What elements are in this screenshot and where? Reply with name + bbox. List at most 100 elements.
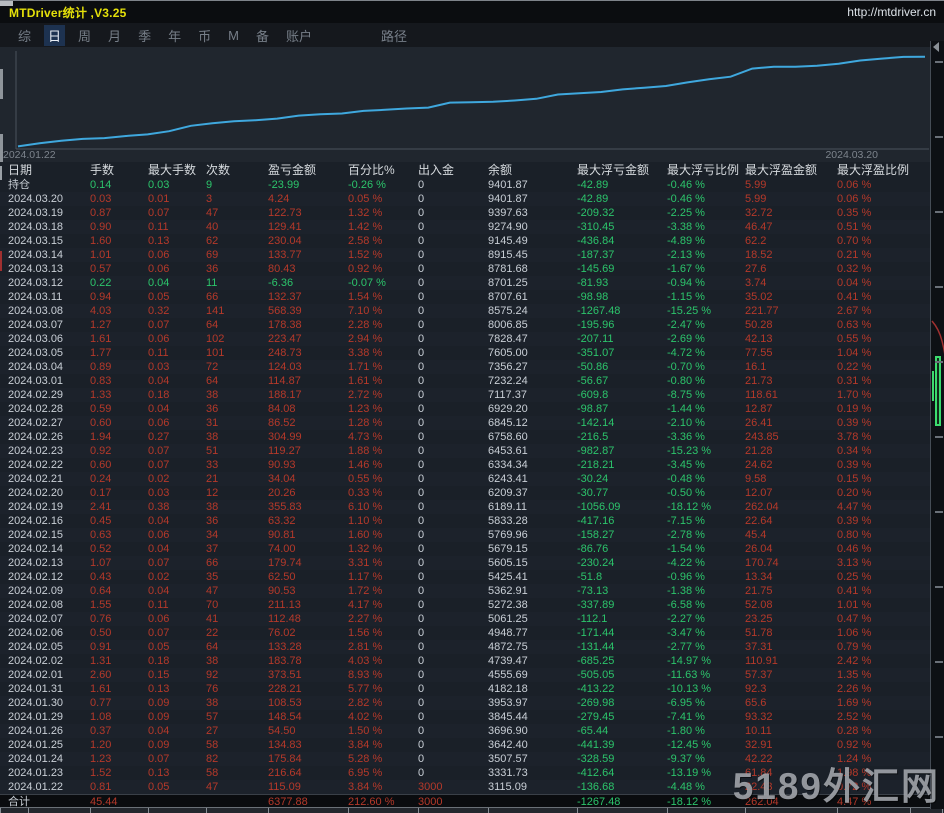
menu-item-nian[interactable]: 年 bbox=[164, 25, 185, 46]
table-row[interactable]: 2024.02.26 1.94 0.27 38 304.99 4.73 % 0 6758.60… bbox=[0, 430, 930, 444]
table-row[interactable]: 2024.02.08 1.55 0.11 70 211.13 4.17 % 0 5272.38… bbox=[0, 598, 930, 612]
table-row[interactable]: 2024.01.25 1.20 0.09 58 134.83 3.84 % 0 3642.40… bbox=[0, 738, 930, 752]
table-row[interactable]: 2024.01.26 0.37 0.04 27 54.50 1.50 % 0 3696.90 -… bbox=[0, 724, 930, 738]
table-row[interactable]: 2024.02.15 0.63 0.06 34 90.81 1.60 % 0 5769.96 -… bbox=[0, 528, 930, 542]
table-row[interactable]: 2024.01.22 0.81 0.05 47 115.09 3.84 % 3000 3115… bbox=[0, 780, 930, 794]
table-row[interactable]: 2024.02.28 0.59 0.04 36 84.08 1.23 % 0 6929.20 -… bbox=[0, 402, 930, 416]
table-row[interactable]: 2024.02.22 0.60 0.07 33 90.93 1.46 % 0 6334.34 -… bbox=[0, 458, 930, 472]
table-row[interactable]: 2024.03.07 1.27 0.07 64 178.38 2.28 % 0 8006.85… bbox=[0, 318, 930, 332]
table-row[interactable]: 2024.03.15 1.60 0.13 62 230.04 2.58 % 0 9145.49… bbox=[0, 234, 930, 248]
cell-deposit: 0 bbox=[418, 179, 425, 191]
cell-percent: 6.95 % bbox=[348, 767, 383, 779]
table-row[interactable]: 2024.03.13 0.57 0.06 36 80.43 0.92 % 0 8781.68 -… bbox=[0, 262, 930, 276]
table-row[interactable]: 2024.01.23 1.52 0.13 58 216.64 6.95 % 0 3331.73… bbox=[0, 766, 930, 780]
cell-deposit: 0 bbox=[418, 529, 425, 541]
table-row[interactable]: 2024.03.11 0.94 0.05 66 132.37 1.54 % 0 8707.61… bbox=[0, 290, 930, 304]
table-row[interactable]: 2024.02.29 1.33 0.18 38 188.17 2.72 % 0 7117.37… bbox=[0, 388, 930, 402]
ruler-tick bbox=[28, 808, 29, 813]
table-row[interactable]: 2024.02.19 2.41 0.38 38 355.83 6.10 % 0 6189.11… bbox=[0, 500, 930, 514]
cell-lots: 0.52 bbox=[90, 543, 112, 555]
header-date[interactable]: 日期 bbox=[8, 162, 90, 178]
table-row[interactable]: 2024.01.31 1.61 0.13 76 228.21 5.77 % 0 4182.18… bbox=[0, 682, 930, 696]
table-row[interactable]: 2024.02.12 0.43 0.02 35 62.50 1.17 % 0 5425.41 -… bbox=[0, 570, 930, 584]
table-row[interactable]: 2024.02.09 0.64 0.04 47 90.53 1.72 % 0 5362.91 -… bbox=[0, 584, 930, 598]
header-deposit[interactable]: 出入金 bbox=[418, 162, 488, 178]
header-percent[interactable]: 百分比% bbox=[348, 162, 418, 178]
table-total-row[interactable]: 合计 45.44 6377.88 212.60 % 3000 -1267.48 -18.12… bbox=[0, 794, 930, 807]
table-row[interactable]: 2024.03.14 1.01 0.06 69 133.77 1.52 % 0 8915.45… bbox=[0, 248, 930, 262]
table-row[interactable]: 2024.03.06 1.61 0.06 102 223.47 2.94 % 0 7828.4… bbox=[0, 332, 930, 346]
table-row[interactable]: 2024.02.01 2.60 0.15 92 373.51 8.93 % 0 4555.69… bbox=[0, 668, 930, 682]
cell-max-float-profit-pct: 0.06 % bbox=[837, 193, 872, 205]
table-row[interactable]: 2024.01.29 1.08 0.09 57 148.54 4.02 % 0 3845.44… bbox=[0, 710, 930, 724]
cell-max-float-loss: -136.68 bbox=[577, 781, 615, 793]
cell-pnl: 175.84 bbox=[268, 753, 302, 765]
table-row[interactable]: 2024.03.20 0.03 0.01 3 4.24 0.05 % 0 9401.87 -42… bbox=[0, 192, 930, 206]
table-row[interactable]: 2024.03.01 0.83 0.04 64 114.87 1.61 % 0 7232.24… bbox=[0, 374, 930, 388]
cell-balance: 5272.38 bbox=[488, 599, 528, 611]
cell-pnl: -6.36 bbox=[268, 277, 294, 289]
table-row[interactable]: 2024.02.14 0.52 0.04 37 74.00 1.32 % 0 5679.15 -… bbox=[0, 542, 930, 556]
cell-max-lots: 0.06 bbox=[148, 417, 170, 429]
table-row[interactable]: 2024.02.16 0.45 0.04 36 63.32 1.10 % 0 5833.28 -… bbox=[0, 514, 930, 528]
table-row[interactable]: 2024.03.04 0.89 0.03 72 124.03 1.71 % 0 7356.27… bbox=[0, 360, 930, 374]
header-max-float-profit-pct[interactable]: 最大浮盈比例 bbox=[837, 162, 930, 178]
header-max-lots[interactable]: 最大手数 bbox=[148, 162, 206, 178]
menu-item-bei[interactable]: 备 bbox=[252, 25, 273, 46]
table-row[interactable]: 2024.01.24 1.23 0.07 82 175.84 5.28 % 0 3507.57… bbox=[0, 752, 930, 766]
cell-deposit: 0 bbox=[418, 347, 425, 359]
header-count[interactable]: 次数 bbox=[206, 162, 268, 178]
table-row[interactable]: 2024.03.08 4.03 0.32 141 568.39 7.10 % 0 8575.2… bbox=[0, 304, 930, 318]
menu-item-zhou[interactable]: 周 bbox=[74, 25, 95, 46]
table-row[interactable]: 2024.03.12 0.22 0.04 11 -6.36 -0.07 % 0 8701.25… bbox=[0, 276, 930, 290]
table-row[interactable]: 2024.02.07 0.76 0.06 41 112.48 2.27 % 0 5061.25… bbox=[0, 612, 930, 626]
header-max-float-profit[interactable]: 最大浮盈金额 bbox=[745, 162, 837, 178]
cell-max-float-profit: 262.04 bbox=[745, 501, 779, 513]
header-max-float-loss[interactable]: 最大浮亏金额 bbox=[577, 162, 667, 178]
table-row[interactable]: 2024.02.23 0.92 0.07 51 119.27 1.88 % 0 6453.61… bbox=[0, 444, 930, 458]
cell-lots: 0.17 bbox=[90, 487, 112, 499]
table-row[interactable]: 2024.03.05 1.77 0.11 101 248.73 3.38 % 0 7605.0… bbox=[0, 346, 930, 360]
cell-max-float-loss: -436.84 bbox=[577, 235, 615, 247]
cell-balance: 5769.96 bbox=[488, 529, 528, 541]
menu-item-zong[interactable]: 综 bbox=[14, 25, 35, 46]
header-max-float-loss-pct[interactable]: 最大浮亏比例 bbox=[667, 162, 745, 178]
cell-max-float-loss-pct: -2.78 % bbox=[667, 529, 705, 541]
header-pnl[interactable]: 盈亏金额 bbox=[268, 162, 348, 178]
table-row[interactable]: 2024.02.21 0.24 0.02 21 34.04 0.55 % 0 6243.41 -… bbox=[0, 472, 930, 486]
table-row[interactable]: 2024.02.06 0.50 0.07 22 76.02 1.56 % 0 4948.77 -… bbox=[0, 626, 930, 640]
menu-item-m[interactable]: M bbox=[224, 27, 243, 44]
table-row[interactable]: 2024.03.19 0.87 0.07 47 122.73 1.32 % 0 9397.63… bbox=[0, 206, 930, 220]
table-row[interactable]: 2024.02.27 0.60 0.06 31 86.52 1.28 % 0 6845.12 -… bbox=[0, 416, 930, 430]
table-row[interactable]: 2024.02.02 1.31 0.18 38 183.78 4.03 % 0 4739.47… bbox=[0, 654, 930, 668]
ruler-tick bbox=[348, 808, 349, 813]
cell-percent: 6.10 % bbox=[348, 501, 383, 513]
cell-lots: 1.08 bbox=[90, 711, 112, 723]
menu-item-lujing[interactable]: 路径 bbox=[377, 25, 411, 46]
cell-deposit: 0 bbox=[418, 515, 425, 527]
menu-item-ri[interactable]: 日 bbox=[44, 24, 66, 46]
cell-max-float-profit-pct: 0.28 % bbox=[837, 725, 872, 737]
menu-item-zhanghu[interactable]: 账户 bbox=[282, 25, 316, 46]
website-link[interactable]: http://mtdriver.cn bbox=[847, 5, 936, 19]
table-row[interactable]: 持仓 0.14 0.03 9 -23.99 -0.26 % 0 9401.87 -42.89 -0… bbox=[0, 178, 930, 192]
header-lots[interactable]: 手数 bbox=[90, 162, 148, 178]
table-row[interactable]: 2024.02.13 1.07 0.07 66 179.74 3.31 % 0 5605.15… bbox=[0, 556, 930, 570]
table-row[interactable]: 2024.02.05 0.91 0.05 64 133.28 2.81 % 0 4872.75… bbox=[0, 640, 930, 654]
table-row[interactable]: 2024.02.20 0.17 0.03 12 20.26 0.33 % 0 6209.37 -… bbox=[0, 486, 930, 500]
menu-item-yue[interactable]: 月 bbox=[104, 25, 125, 46]
cell-max-float-loss: -112.1 bbox=[577, 613, 608, 625]
cell-max-lots: 0.03 bbox=[148, 487, 170, 499]
cell-max-float-profit-pct: 1.24 % bbox=[837, 753, 872, 765]
cell-max-float-loss-pct: -13.19 % bbox=[667, 767, 712, 779]
header-balance[interactable]: 余额 bbox=[488, 162, 577, 178]
cell-percent: 3.31 % bbox=[348, 557, 383, 569]
menu-item-bi[interactable]: 币 bbox=[194, 25, 215, 46]
table-row[interactable]: 2024.03.18 0.90 0.11 40 129.41 1.42 % 0 9274.90… bbox=[0, 220, 930, 234]
cell-deposit: 0 bbox=[418, 417, 425, 429]
cell-balance: 3115.09 bbox=[488, 781, 527, 793]
cell-max-float-loss-pct: -12.45 % bbox=[667, 739, 712, 751]
menu-item-ji[interactable]: 季 bbox=[134, 25, 155, 46]
cell-max-float-loss: -351.07 bbox=[577, 347, 615, 359]
table-row[interactable]: 2024.01.30 0.77 0.09 38 108.53 2.82 % 0 3953.97… bbox=[0, 696, 930, 710]
